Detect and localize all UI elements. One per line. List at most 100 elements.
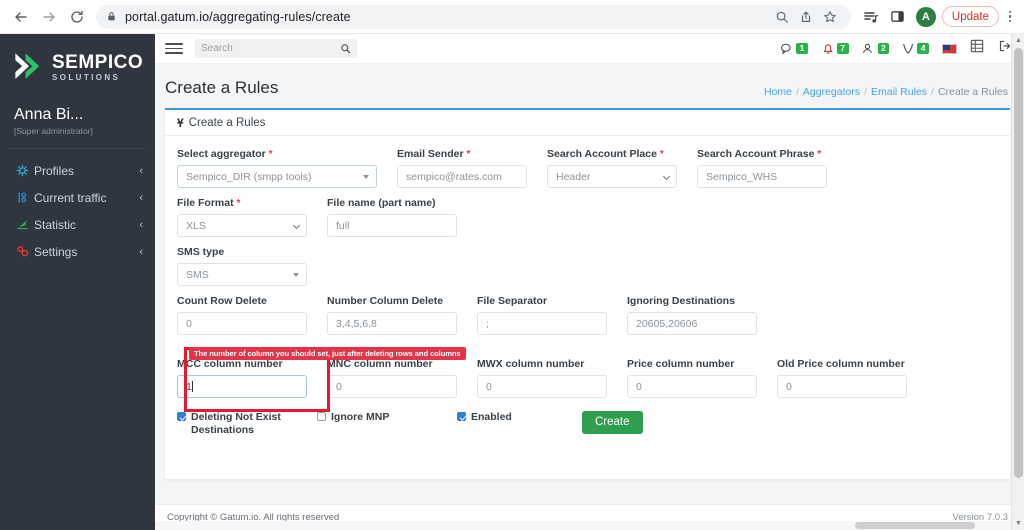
hamburger-icon[interactable]	[165, 43, 183, 54]
field-old-price-column-number: Old Price column number 0	[777, 358, 907, 398]
logo-subtitle: SOLUTIONS	[52, 72, 121, 82]
create-button[interactable]: Create	[582, 411, 643, 434]
breadcrumb-separator: /	[864, 86, 867, 98]
required-marker: *	[466, 149, 471, 160]
users-badge-count: 2	[877, 42, 890, 55]
forward-arrow-icon[interactable]	[36, 4, 62, 30]
side-panel-icon[interactable]	[886, 5, 910, 29]
logo-title: SEMPICO	[52, 51, 144, 73]
field-email-sender: Email Sender * sempico@rates.com	[397, 148, 527, 188]
search-zoom-icon[interactable]	[771, 6, 793, 28]
breadcrumb-item-current: Create a Rules	[937, 86, 1008, 98]
page-title: Create a Rules	[165, 78, 279, 97]
create-rules-card: Ұ Create a Rules Select aggregator * Sem…	[165, 108, 1010, 479]
field-label: SMS type	[177, 246, 225, 258]
sms-type-select[interactable]: SMS	[177, 263, 307, 286]
profiles-icon	[16, 164, 34, 177]
select-aggregator-select[interactable]: Sempico_DIR (smpp tools)	[177, 165, 377, 188]
field-label: Count Row Delete	[177, 295, 267, 307]
scroll-down-arrow-icon[interactable]: ▼	[1012, 517, 1024, 530]
number-column-delete-input[interactable]: 3,4,5,6,8	[327, 312, 457, 335]
required-marker: *	[268, 149, 273, 160]
grid-apps-icon[interactable]	[970, 39, 984, 58]
mnc-column-number-input[interactable]: 0	[327, 375, 457, 398]
checkbox-enabled[interactable]: Enabled	[457, 411, 582, 424]
field-value: sempico@rates.com	[406, 170, 502, 183]
breadcrumb-item-email-rules[interactable]: Email Rules	[871, 86, 927, 98]
search-account-phrase-input[interactable]: Sempico_WHS	[697, 165, 827, 188]
chevron-down-icon	[363, 174, 369, 179]
ignoring-destinations-input[interactable]: 20605,20606	[627, 312, 757, 335]
field-value: ;	[486, 317, 489, 330]
search-icon	[341, 44, 351, 54]
checkbox-label: Ignore MNP	[331, 411, 390, 423]
field-label: Select aggregator *	[177, 148, 273, 160]
price-column-number-input[interactable]: 0	[627, 375, 757, 398]
checkbox-box[interactable]	[457, 412, 466, 421]
notification-indicator[interactable]: 7	[821, 42, 849, 56]
field-value: 0	[486, 380, 492, 393]
field-price-column-number: Price column number 0	[627, 358, 757, 398]
sidebar-item-settings[interactable]: Settings ‹	[0, 238, 155, 265]
logout-icon[interactable]	[997, 39, 1012, 58]
activity-indicator[interactable]: 4	[902, 42, 929, 56]
page-header: Create a Rules Home / Aggregators / Emai…	[155, 64, 1024, 108]
checkbox-box[interactable]	[317, 412, 326, 421]
brand-logo[interactable]: SEMPICO SOLUTIONS	[0, 34, 155, 92]
field-label: File Format *	[177, 197, 241, 209]
vertical-scrollbar[interactable]: ▲ ▼	[1011, 34, 1024, 530]
chat-badge-count: 1	[796, 42, 808, 55]
field-label: Search Account Place *	[547, 148, 664, 160]
chevron-left-icon: ‹	[139, 245, 143, 258]
u-icon: Ұ	[177, 115, 184, 130]
us-flag-icon[interactable]	[942, 43, 957, 54]
topbar-indicators: 1 7 2 4	[780, 39, 1016, 58]
mwx-column-number-input[interactable]: 0	[477, 375, 607, 398]
field-value: 0	[786, 380, 792, 393]
checkbox-label: Enabled	[471, 411, 512, 423]
user-name[interactable]: Anna Bi...	[0, 92, 155, 126]
reading-list-icon[interactable]	[859, 5, 883, 29]
address-bar[interactable]: portal.gatum.io/aggregating-rules/create	[96, 4, 851, 29]
mcc-column-number-input[interactable]: 1	[177, 375, 307, 398]
scroll-up-arrow-icon[interactable]: ▲	[1012, 34, 1024, 47]
notification-bell-icon	[823, 43, 833, 54]
update-button[interactable]: Update	[941, 6, 999, 27]
reload-icon[interactable]	[64, 4, 90, 30]
email-sender-input[interactable]: sempico@rates.com	[397, 165, 527, 188]
vertical-scrollbar-thumb[interactable]	[1014, 48, 1023, 478]
required-marker: *	[236, 198, 241, 209]
breadcrumb-item-aggregators[interactable]: Aggregators	[803, 86, 860, 98]
search-placeholder: Search	[201, 43, 233, 54]
old-price-column-number-input[interactable]: 0	[777, 375, 907, 398]
horizontal-scrollbar[interactable]	[155, 521, 1011, 530]
users-indicator[interactable]: 2	[862, 42, 890, 56]
card-header-title: Create a Rules	[188, 116, 266, 129]
file-separator-input[interactable]: ;	[477, 312, 607, 335]
search-account-place-select[interactable]: Header	[547, 165, 677, 188]
field-value: Sempico_DIR (smpp tools)	[186, 170, 312, 183]
sidebar-item-profiles[interactable]: Profiles ‹	[0, 157, 155, 184]
search-input[interactable]: Search	[195, 39, 357, 58]
horizontal-scrollbar-thumb[interactable]	[855, 522, 975, 529]
count-row-delete-input[interactable]: 0	[177, 312, 307, 335]
checkbox-deleting-not-exist-destinations[interactable]: Deleting Not Exist Destinations	[177, 411, 317, 437]
sidebar-item-current-traffic[interactable]: Current traffic ‹	[0, 184, 155, 211]
traffic-icon	[16, 191, 34, 204]
chat-indicator[interactable]: 1	[780, 42, 808, 56]
kebab-menu-icon[interactable]	[1002, 10, 1018, 23]
field-value: 20605,20606	[636, 317, 698, 330]
file-format-select[interactable]: XLS	[177, 214, 307, 237]
checkbox-box[interactable]	[177, 412, 186, 421]
chevron-down-icon	[662, 172, 671, 180]
sidebar-item-statistic[interactable]: Statistic ‹	[0, 211, 155, 238]
share-icon[interactable]	[795, 6, 817, 28]
star-icon[interactable]	[819, 6, 841, 28]
file-name-input[interactable]: full	[327, 214, 457, 237]
profile-avatar[interactable]: A	[915, 6, 936, 27]
form-row-2: File Format * XLS File name (part name) …	[177, 197, 998, 237]
checkbox-ignore-mnp[interactable]: Ignore MNP	[317, 411, 457, 424]
card-header: Ұ Create a Rules	[165, 110, 1010, 136]
breadcrumb-item-home[interactable]: Home	[764, 86, 792, 98]
back-arrow-icon[interactable]	[8, 4, 34, 30]
